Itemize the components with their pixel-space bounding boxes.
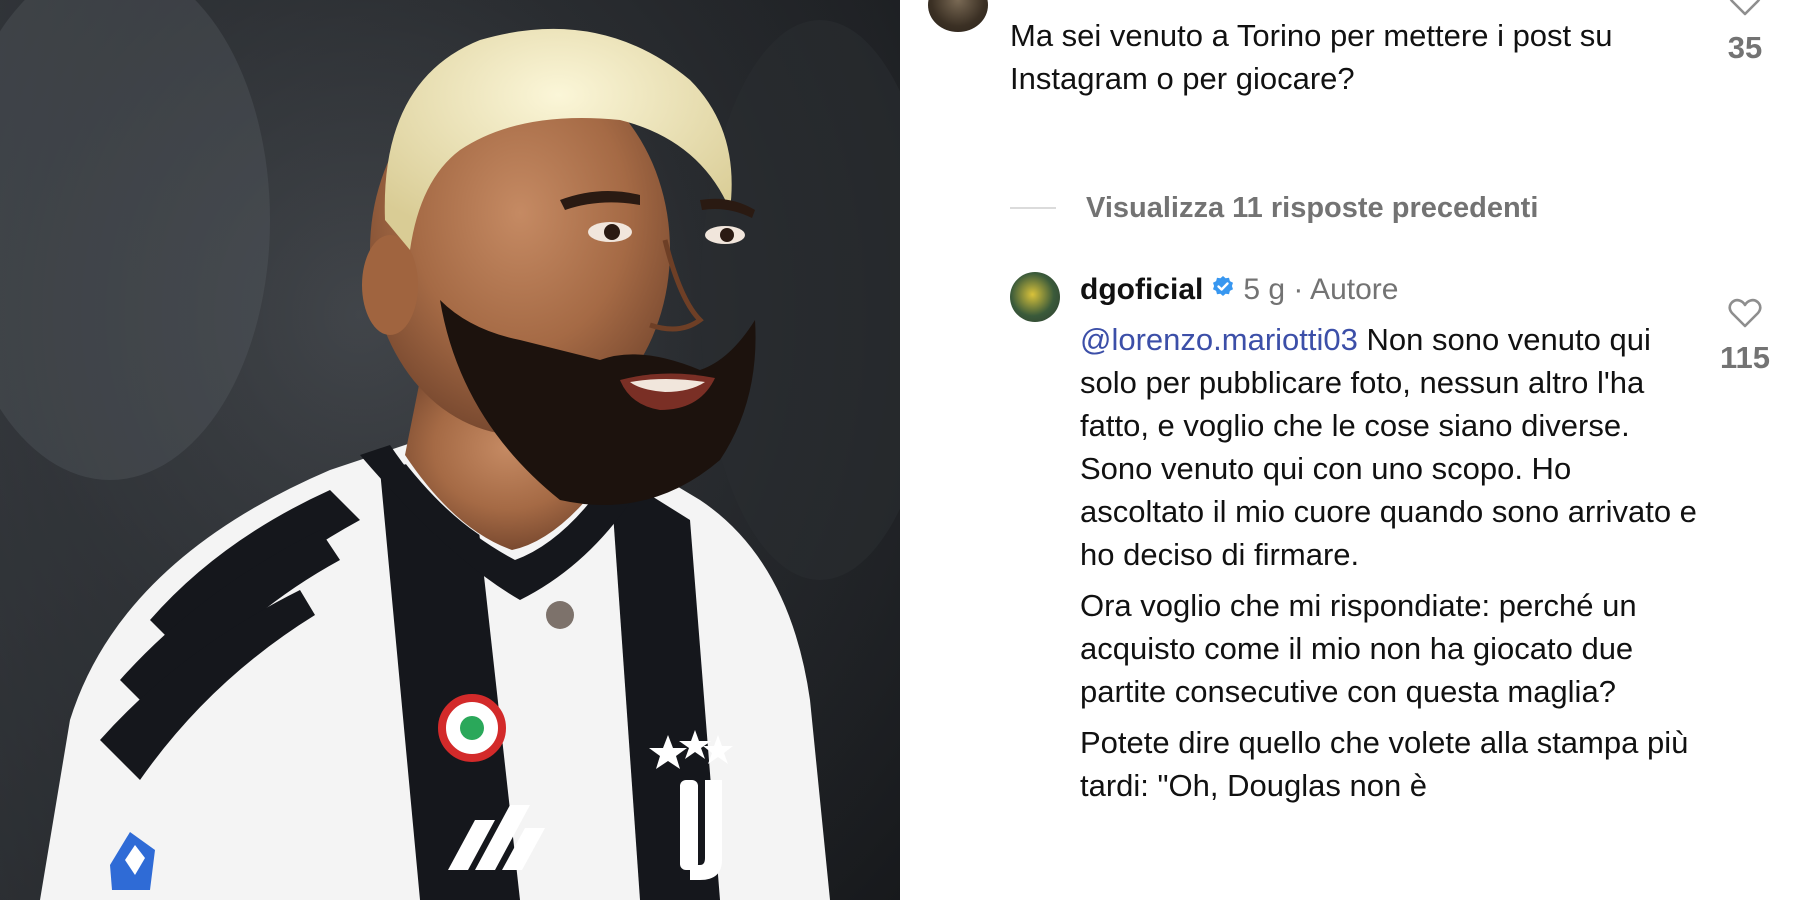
reply-header: dgoficial 5 g · Autore bbox=[1080, 270, 1398, 310]
replies-divider-line bbox=[1010, 207, 1056, 209]
comments-panel[interactable]: Ma sei venuto a Torino per mettere i pos… bbox=[900, 0, 1800, 900]
reply-paragraph-3: Potete dire quello che volete alla stamp… bbox=[1080, 725, 1689, 803]
reply-username[interactable]: dgoficial bbox=[1080, 273, 1203, 307]
like-count: 115 bbox=[1719, 340, 1770, 375]
verified-badge-icon bbox=[1211, 273, 1235, 307]
reply-like: 115 bbox=[1715, 298, 1775, 376]
view-previous-replies-label: Visualizza 11 risposte precedenti bbox=[1086, 191, 1539, 224]
reply-author-avatar[interactable] bbox=[1010, 272, 1060, 322]
reply-paragraph-1: @lorenzo.mariotti03 Non sono venuto qui … bbox=[1080, 318, 1700, 576]
view-previous-replies-button[interactable]: Visualizza 11 risposte precedenti bbox=[1010, 188, 1538, 228]
comment-like: 35 bbox=[1715, 0, 1775, 66]
reply-body: @lorenzo.mariotti03 Non sono venuto qui … bbox=[1080, 318, 1700, 815]
mention-link[interactable]: @lorenzo.mariotti03 bbox=[1080, 322, 1358, 357]
comment-text: Ma sei venuto a Torino per mettere i pos… bbox=[1010, 18, 1622, 96]
post-photo[interactable] bbox=[0, 0, 900, 900]
reply-paragraph-2: Ora voglio che mi rispondiate: perché un… bbox=[1080, 588, 1637, 709]
commenter-avatar[interactable] bbox=[928, 0, 988, 32]
heart-icon[interactable] bbox=[1728, 298, 1762, 328]
heart-icon[interactable] bbox=[1728, 0, 1762, 16]
player-photo-illustration bbox=[0, 0, 900, 900]
screen: Ma sei venuto a Torino per mettere i pos… bbox=[0, 0, 1800, 900]
reply-paragraph-1-text: Non sono venuto qui solo per pubblicare … bbox=[1080, 322, 1697, 572]
reply-meta: 5 g · Autore bbox=[1243, 273, 1399, 306]
like-count: 35 bbox=[1727, 30, 1763, 65]
